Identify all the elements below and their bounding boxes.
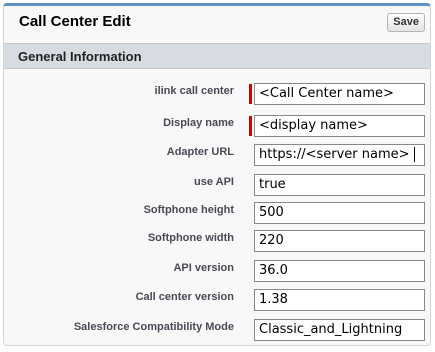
- field-label: Softphone height: [143, 204, 234, 216]
- required-indicator: [249, 84, 252, 104]
- salesforce-compatibility-mode-input[interactable]: Classic_and_Lightning: [254, 319, 425, 341]
- field-row-call-center-version: Call center version 1.38: [4, 289, 430, 317]
- field-row-softphone-height: Softphone height 500: [4, 202, 430, 230]
- required-indicator: [249, 116, 252, 136]
- softphone-height-input[interactable]: 500: [254, 202, 425, 224]
- adapter-url-input[interactable]: https://<server name>: [254, 144, 425, 166]
- field-label: use API: [194, 176, 234, 188]
- field-label: Call center version: [135, 291, 234, 303]
- section-title: General Information: [18, 49, 142, 64]
- field-row-api-version: API version 36.0: [4, 260, 430, 288]
- api-version-input[interactable]: 36.0: [254, 260, 425, 282]
- page-title: Call Center Edit: [19, 13, 131, 30]
- panel-header: Call Center Edit Save: [4, 6, 430, 40]
- field-label: API version: [173, 262, 234, 274]
- softphone-width-input[interactable]: 220: [254, 230, 425, 252]
- field-row-softphone-width: Softphone width 220: [4, 230, 430, 258]
- field-row-display-name: Display name <display name>: [4, 115, 430, 143]
- field-row-use-api: use API true: [4, 174, 430, 202]
- field-label: Softphone width: [147, 232, 234, 244]
- use-api-input[interactable]: true: [254, 174, 425, 196]
- call-center-version-input[interactable]: 1.38: [254, 289, 425, 311]
- section-header: General Information: [4, 43, 430, 69]
- field-row-salesforce-compatibility-mode: Salesforce Compatibility Mode Classic_an…: [4, 319, 430, 345]
- field-label: ilink call center: [154, 85, 234, 97]
- field-label: Adapter URL: [166, 146, 234, 158]
- save-button[interactable]: Save: [387, 13, 425, 32]
- display-name-input[interactable]: <display name>: [254, 115, 425, 137]
- field-row-adapter-url: Adapter URL https://<server name>: [4, 144, 430, 172]
- field-row-ilink-call-center: ilink call center <Call Center name>: [4, 83, 430, 111]
- adapter-url-value: https://<server name>: [259, 147, 410, 162]
- field-label: Salesforce Compatibility Mode: [73, 321, 234, 333]
- field-label: Display name: [163, 117, 234, 129]
- ilink-call-center-input[interactable]: <Call Center name>: [254, 83, 425, 105]
- call-center-edit-panel: Call Center Edit Save General Informatio…: [3, 3, 431, 346]
- text-cursor: [413, 147, 415, 162]
